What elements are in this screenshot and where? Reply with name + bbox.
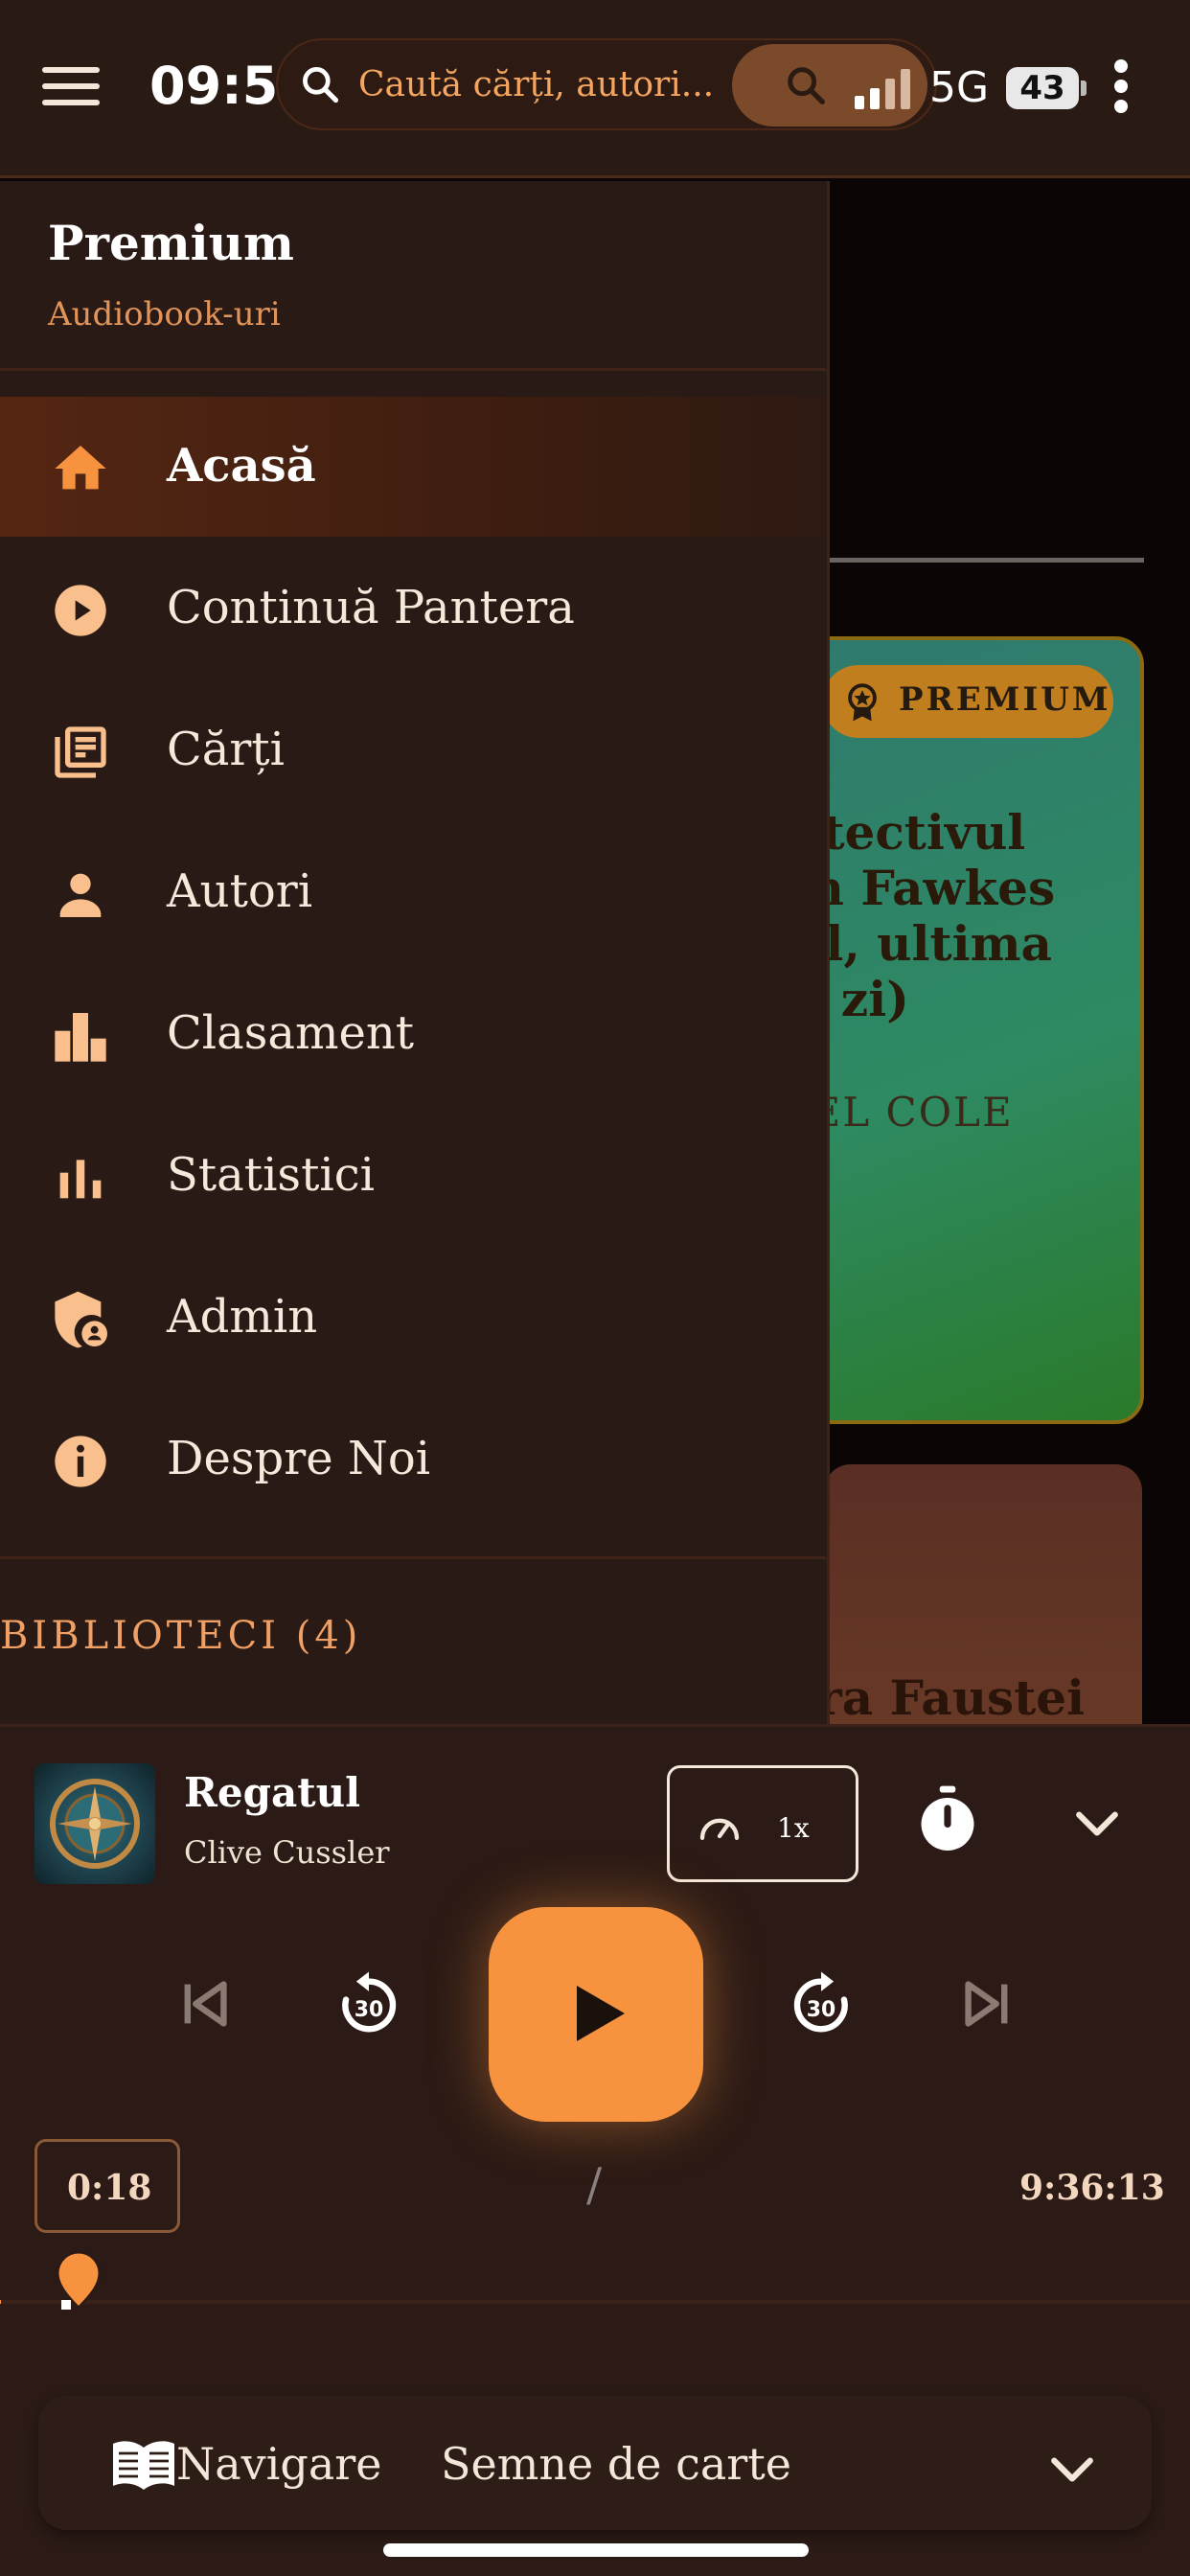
track-title: Regatul <box>184 1769 361 1816</box>
drawer-item-label: Clasament <box>167 1006 415 1060</box>
book-card-title: ara Faustei <box>786 1669 1086 1726</box>
sleep-timer-icon[interactable] <box>916 1784 979 1853</box>
drawer-item-label: Statistici <box>167 1148 375 1202</box>
drawer-item-label: Continuă Pantera <box>167 581 575 634</box>
speed-gauge-icon <box>699 1818 740 1840</box>
current-time: 0:18 <box>67 2168 152 2208</box>
play-icon <box>577 1986 625 2041</box>
info-icon <box>55 1436 106 1487</box>
book-card-title: ctectivul m Fawkes ol, ultima a zi) <box>793 804 1056 1027</box>
forward-30-icon[interactable]: 30 <box>788 1970 855 2037</box>
award-icon <box>848 683 877 722</box>
time-separator: / <box>586 2158 603 2212</box>
book-cover[interactable] <box>34 1763 155 1884</box>
drawer-item-authors[interactable]: Autori <box>0 822 826 962</box>
divider <box>0 368 826 371</box>
open-book-icon <box>113 2441 174 2490</box>
drawer-subtitle: Audiobook-uri <box>48 295 281 334</box>
drawer-item-statistics[interactable]: Statistici <box>0 1106 826 1246</box>
person-icon <box>59 873 102 917</box>
library-books-icon <box>55 726 106 778</box>
drawer-item-books[interactable]: Cărți <box>0 680 826 820</box>
content-divider <box>824 558 1144 563</box>
book-card[interactable] <box>786 636 1144 1424</box>
chevron-down-icon[interactable] <box>1048 2450 1096 2488</box>
drawer-item-continue[interactable]: Continuă Pantera <box>0 539 826 678</box>
play-circle-icon <box>55 585 106 636</box>
drawer-title: Premium <box>48 215 294 271</box>
leaderboard-icon <box>55 1013 106 1062</box>
menu-icon[interactable] <box>42 67 100 105</box>
premium-badge-label: PREMIUM <box>899 680 1111 719</box>
drawer-item-label: Acasă <box>167 439 316 493</box>
tab-navigation[interactable]: Navigare <box>176 2438 381 2490</box>
tab-bookmarks[interactable]: Semne de carte <box>441 2438 791 2490</box>
progress-track[interactable] <box>0 2300 1190 2304</box>
drawer-item-admin[interactable]: Admin <box>0 1248 826 1388</box>
total-time: 9:36:13 <box>1019 2168 1165 2208</box>
search-icon <box>303 67 339 104</box>
search-input[interactable]: Caută cărți, autori... <box>358 65 714 104</box>
skip-next-icon[interactable] <box>954 1970 1021 2037</box>
rewind-30-icon[interactable]: 30 <box>335 1970 402 2037</box>
compass-cover-art <box>50 1779 140 1869</box>
play-button[interactable] <box>489 1907 703 2122</box>
progress-fill <box>0 2300 1 2304</box>
home-indicator <box>383 2543 809 2557</box>
home-icon <box>55 446 106 490</box>
libraries-section-header[interactable]: BIBLIOTECI (4) <box>0 1614 361 1658</box>
drawer-item-label: Despre Noi <box>167 1432 431 1485</box>
bar-chart-icon <box>59 1160 102 1199</box>
divider <box>0 1556 826 1559</box>
drawer-item-label: Cărți <box>167 723 285 776</box>
track-author: Clive Cussler <box>184 1834 390 1871</box>
drawer-item-leaderboard[interactable]: Clasament <box>0 964 826 1104</box>
more-options-icon[interactable] <box>1111 59 1131 113</box>
drawer-item-label: Admin <box>167 1290 318 1344</box>
svg-text:30: 30 <box>807 1998 835 2022</box>
svg-text:30: 30 <box>355 1998 383 2022</box>
admin-shield-icon <box>55 1291 107 1348</box>
signal-icon <box>855 69 910 109</box>
drawer-item-label: Autori <box>167 864 313 918</box>
chevron-down-icon[interactable] <box>1073 1804 1121 1842</box>
battery-icon: 43 <box>1006 67 1079 109</box>
drawer-item-home[interactable]: Acasă <box>0 397 826 537</box>
search-icon <box>788 67 825 104</box>
skip-previous-icon[interactable] <box>171 1970 238 2037</box>
playback-speed-value: 1x <box>777 1812 810 1844</box>
network-type: 5G <box>929 63 990 112</box>
drawer-item-about[interactable]: Despre Noi <box>0 1390 826 1530</box>
playback-speed-button[interactable]: 1x <box>667 1765 858 1882</box>
progress-thumb[interactable] <box>54 2248 103 2312</box>
battery-tip <box>1081 80 1087 96</box>
